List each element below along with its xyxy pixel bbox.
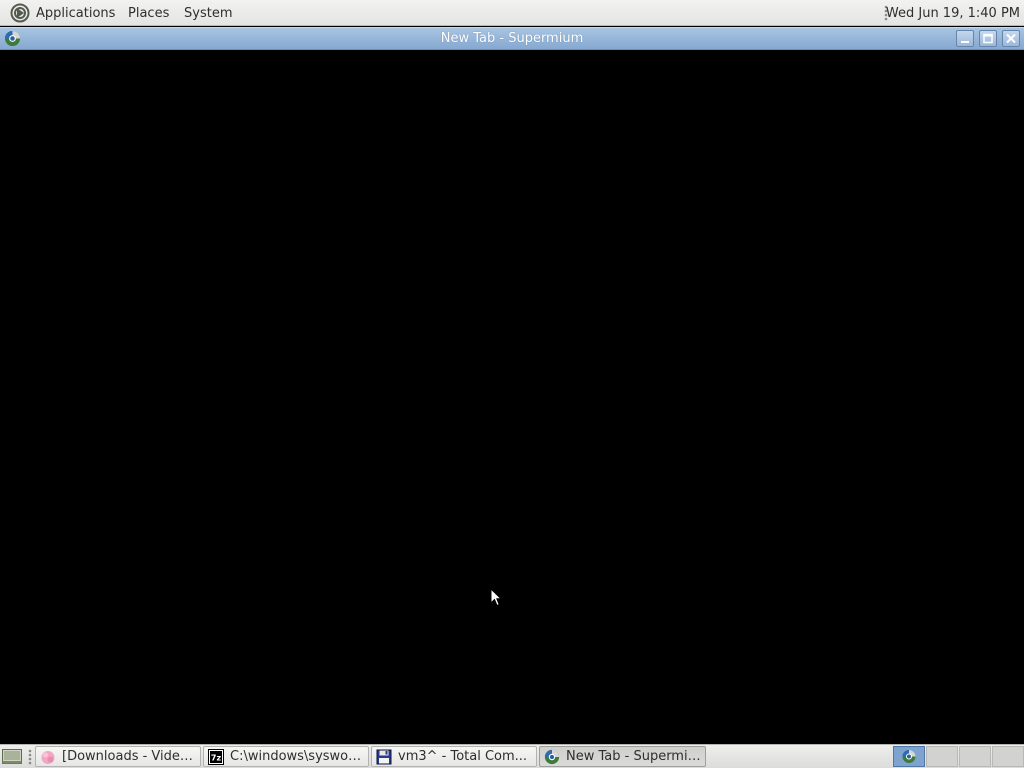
task-button-syswow[interactable]: 7z C:\windows\syswow...: [203, 746, 369, 767]
7zip-icon: 7z: [208, 749, 224, 765]
applications-menu[interactable]: Applications: [34, 0, 117, 26]
minimize-button[interactable]: [956, 30, 974, 47]
task-label: New Tab - Supermium: [566, 749, 701, 764]
svg-text:7z: 7z: [211, 754, 222, 763]
task-label: C:\windows\syswow...: [230, 749, 364, 764]
maximize-button[interactable]: [979, 30, 997, 47]
task-label: [Downloads - Video...: [62, 749, 196, 764]
task-button-total-commander[interactable]: vm3^ - Total Com...: [371, 746, 537, 767]
desktop-screen: Applications Places System Wed Jun 19, 1…: [0, 0, 1024, 768]
maximize-icon: [983, 33, 993, 44]
top-panel: Applications Places System Wed Jun 19, 1…: [0, 0, 1024, 26]
mouse-pointer-icon: [490, 588, 502, 607]
taskbar-drag-handle[interactable]: [28, 749, 32, 765]
panel-clock[interactable]: Wed Jun 19, 1:40 PM: [886, 0, 1020, 26]
window-title: New Tab - Supermium: [440, 31, 584, 46]
supermium-icon: [902, 750, 916, 763]
show-desktop-icon[interactable]: [1, 746, 23, 767]
browser-content[interactable]: [0, 50, 1024, 744]
system-menu[interactable]: System: [182, 0, 234, 26]
bottom-panel: [Downloads - Video... 7z C:\windows\sysw…: [0, 744, 1024, 768]
close-icon: [1006, 33, 1016, 44]
window-titlebar[interactable]: New Tab - Supermium: [0, 27, 1024, 50]
workspace-3[interactable]: [959, 746, 991, 767]
workspace-4[interactable]: [992, 746, 1024, 767]
task-button-supermium[interactable]: New Tab - Supermium: [539, 746, 706, 767]
task-button-downloads-video[interactable]: [Downloads - Video...: [35, 746, 201, 767]
video-player-icon: [41, 751, 55, 764]
workspace-1[interactable]: [893, 746, 925, 767]
supermium-icon: [544, 749, 560, 765]
distro-logo-icon[interactable]: [10, 3, 30, 23]
floppy-disk-icon: [376, 749, 392, 765]
places-menu[interactable]: Places: [126, 0, 171, 26]
minimize-icon: [961, 41, 969, 43]
close-button[interactable]: [1002, 30, 1020, 47]
task-label: vm3^ - Total Com...: [398, 749, 528, 764]
workspace-2[interactable]: [926, 746, 958, 767]
